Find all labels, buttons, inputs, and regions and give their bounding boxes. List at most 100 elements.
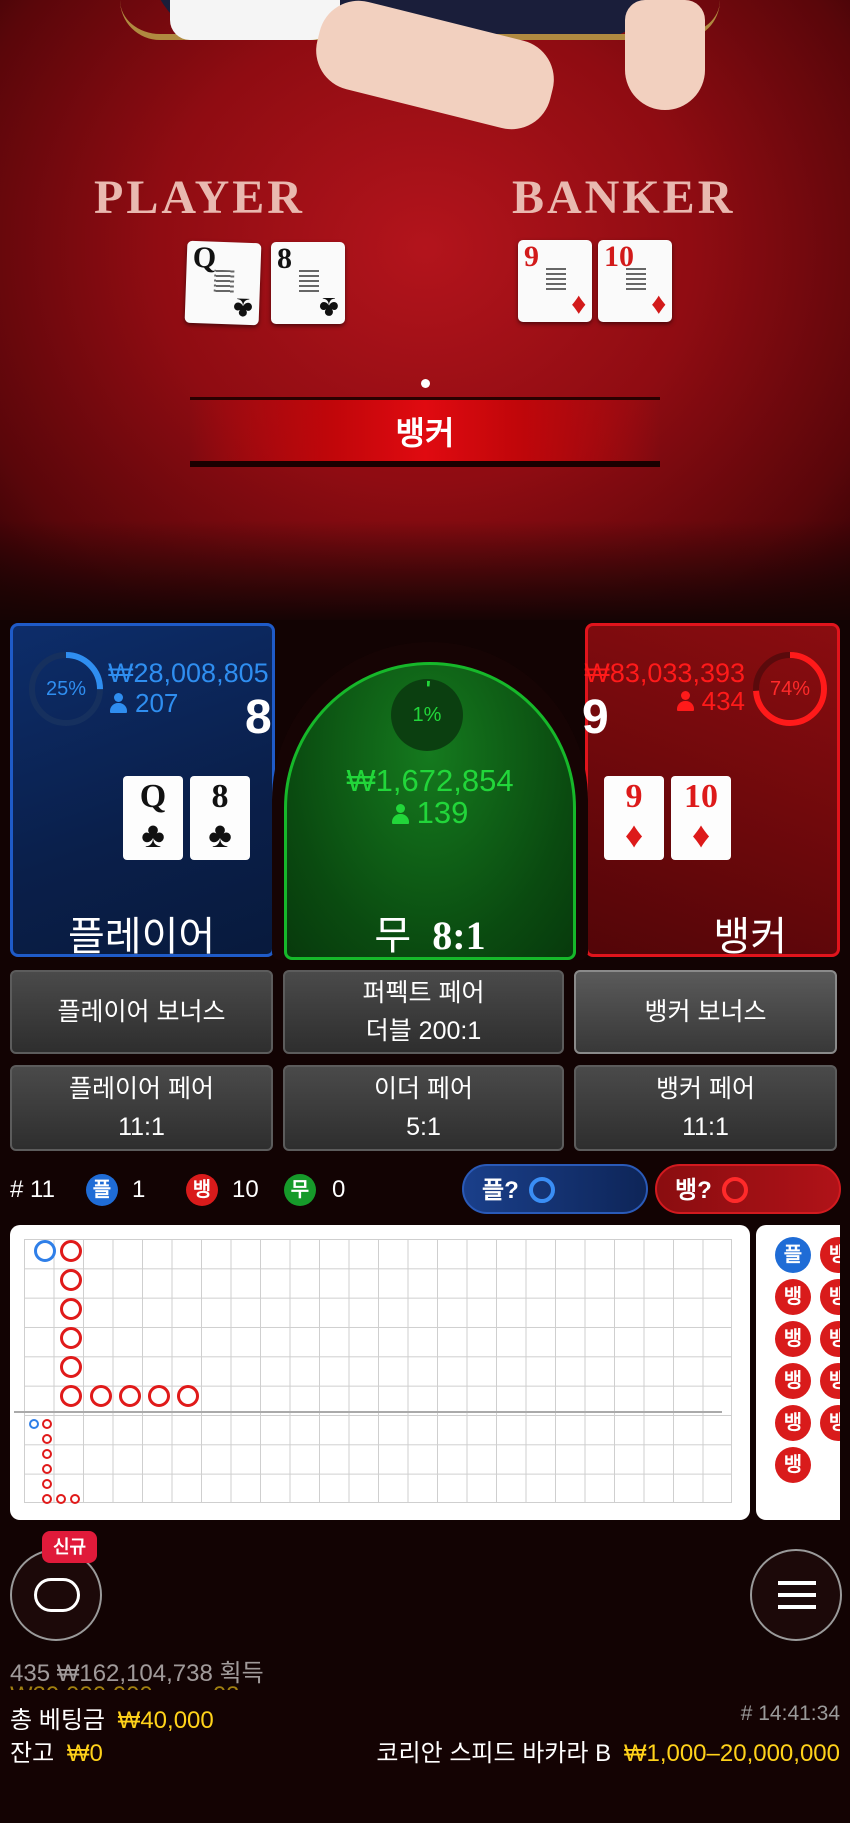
road-mark — [60, 1240, 82, 1262]
derived-road-mark — [42, 1479, 52, 1489]
table-banker-card-2: 10 ♦ — [598, 240, 672, 322]
either-pair-button[interactable]: 이더 페어 5:1 — [283, 1065, 564, 1151]
tie-bet-area[interactable]: 1% ₩1,672,854 139 무 8:1 — [284, 662, 576, 960]
card-rank: 9 — [524, 240, 539, 273]
road-mark — [148, 1385, 170, 1407]
user-icon — [391, 804, 409, 824]
new-badge: 신규 — [42, 1531, 97, 1563]
table-banker-card-1: 9 ♦ — [518, 240, 592, 322]
card-suit: ♣ — [319, 291, 339, 324]
bead-mark: 뱅 — [775, 1279, 811, 1315]
perfect-pair-button[interactable]: 퍼펙트 페어 더블 200:1 — [283, 970, 564, 1054]
road-divider — [14, 1411, 722, 1413]
tie-percent: 1% — [412, 704, 442, 726]
bead-mark: 뱅 — [820, 1237, 840, 1273]
road-grid — [24, 1239, 732, 1503]
banker-total-amount: ₩83,033,393 — [584, 658, 745, 688]
footer: 총 베팅금 ₩40,000 # 14:41:34 잔고 ₩0 코리안 스피드 바… — [0, 1690, 850, 1823]
road-mark — [60, 1327, 82, 1349]
player-percent-ring: 25% — [27, 650, 105, 728]
derived-road-mark — [42, 1494, 52, 1504]
road-mark — [60, 1298, 82, 1320]
derived-road-mark — [42, 1449, 52, 1459]
bead-mark: 뱅 — [820, 1279, 840, 1315]
player-card-2: 8 ♣ — [190, 776, 250, 860]
banker-area-label: 뱅커 — [713, 915, 787, 959]
player-card-1: Q ♣ — [123, 776, 183, 860]
result-indicator-dot — [421, 379, 430, 388]
bead-mark: 뱅 — [820, 1405, 840, 1441]
table-player-label: PLAYER — [94, 171, 305, 224]
total-bet-value: ₩40,000 — [117, 1707, 214, 1734]
derived-road-mark — [42, 1419, 52, 1429]
player-wins-count: 1 — [132, 1176, 146, 1203]
user-icon — [110, 693, 127, 713]
chat-icon — [34, 1578, 80, 1612]
banker-pair-button[interactable]: 뱅커 페어 11:1 — [574, 1065, 837, 1151]
player-bet-area[interactable]: 25% ₩28,008,805 207 8 Q ♣ 8 ♣ 플레이어 — [10, 623, 275, 959]
player-bonus-button[interactable]: 플레이어 보너스 — [10, 970, 273, 1054]
road-mark — [60, 1356, 82, 1378]
banker-score: 9 — [582, 691, 609, 744]
banker-ask-button[interactable]: 뱅? — [655, 1164, 841, 1214]
derived-road-mark — [29, 1419, 39, 1429]
tie-percent-ring: 1% — [391, 679, 463, 751]
player-total-amount: ₩28,008,805 — [108, 658, 269, 688]
bead-road-scoreboard[interactable]: 플뱅뱅뱅뱅뱅뱅뱅뱅뱅뱅 — [756, 1225, 840, 1520]
banker-percent-ring: 74% — [751, 650, 829, 728]
card-rank: Q — [192, 240, 217, 275]
player-wins-badge: 플 — [86, 1174, 118, 1206]
banker-wins-badge: 뱅 — [186, 1174, 218, 1206]
card-suit: ♦ — [570, 289, 586, 322]
table-info[interactable]: 코리안 스피드 바카라 B ₩1,000–20,000,000 — [376, 1733, 840, 1768]
table-player-card-1: Q ♣ — [184, 240, 262, 326]
balance-value: ₩0 — [66, 1740, 103, 1767]
table-name: 코리안 스피드 바카라 B — [376, 1740, 612, 1767]
banker-card-2: 10 ♦ — [671, 776, 731, 860]
tie-payout: 8:1 — [432, 913, 486, 958]
bead-mark: 뱅 — [775, 1447, 811, 1483]
player-percent: 25% — [45, 678, 87, 700]
tie-area-label: 무 8:1 — [374, 913, 486, 958]
banker-bet-area[interactable]: ₩83,033,393 434 74% 9 9 ♦ 10 ♦ 뱅커 — [582, 623, 840, 959]
dealer-left-sleeve — [170, 0, 340, 40]
bead-mark: 뱅 — [820, 1363, 840, 1399]
table-banker-label: BANKER — [512, 171, 736, 224]
road-mark — [177, 1385, 199, 1407]
banker-bonus-button[interactable]: 뱅커 보너스 — [574, 970, 837, 1054]
player-pair-button[interactable]: 플레이어 페어 11:1 — [10, 1065, 273, 1151]
round-time: # 14:41:34 — [740, 1702, 840, 1725]
tie-wins-count: 0 — [332, 1176, 346, 1203]
road-mark — [60, 1269, 82, 1291]
road-mark — [90, 1385, 112, 1407]
red-circle-icon — [721, 1177, 748, 1203]
bead-mark: 플 — [775, 1237, 811, 1273]
menu-button[interactable] — [750, 1549, 842, 1641]
road-mark — [34, 1240, 56, 1262]
round-stats: # 11 플 1 뱅 10 무 0 플? 뱅? — [10, 1164, 850, 1216]
card-rank: 8 — [277, 242, 292, 275]
round-number: # 11 — [10, 1176, 55, 1203]
banker-bettor-count: 434 — [676, 686, 745, 717]
total-bet: 총 베팅금 ₩40,000 — [10, 1707, 214, 1734]
tie-wins-badge: 무 — [284, 1174, 316, 1206]
bet-panel: 25% ₩28,008,805 207 8 Q ♣ 8 ♣ 플레이어 ₩83,0… — [10, 620, 840, 960]
player-area-label: 플레이어 — [68, 915, 216, 959]
player-bettor-count: 207 — [110, 688, 178, 719]
bead-mark: 뱅 — [820, 1321, 840, 1357]
bead-mark: 뱅 — [775, 1405, 811, 1441]
banker-card-1: 9 ♦ — [604, 776, 664, 860]
bead-mark: 뱅 — [775, 1321, 811, 1357]
bet-limits: ₩1,000–20,000,000 — [623, 1740, 840, 1767]
big-road-scoreboard[interactable] — [10, 1225, 750, 1520]
card-suit: ♣ — [232, 291, 254, 326]
tie-total-amount: ₩1,672,854 — [346, 763, 514, 798]
card-suit: ♦ — [650, 289, 666, 322]
player-ask-button[interactable]: 플? — [462, 1164, 648, 1214]
bead-mark: 뱅 — [775, 1363, 811, 1399]
hamburger-menu-icon — [778, 1581, 816, 1609]
road-mark — [60, 1385, 82, 1407]
banker-wins-count: 10 — [232, 1176, 259, 1203]
derived-road-mark — [70, 1494, 80, 1504]
banker-percent: 74% — [769, 678, 811, 700]
